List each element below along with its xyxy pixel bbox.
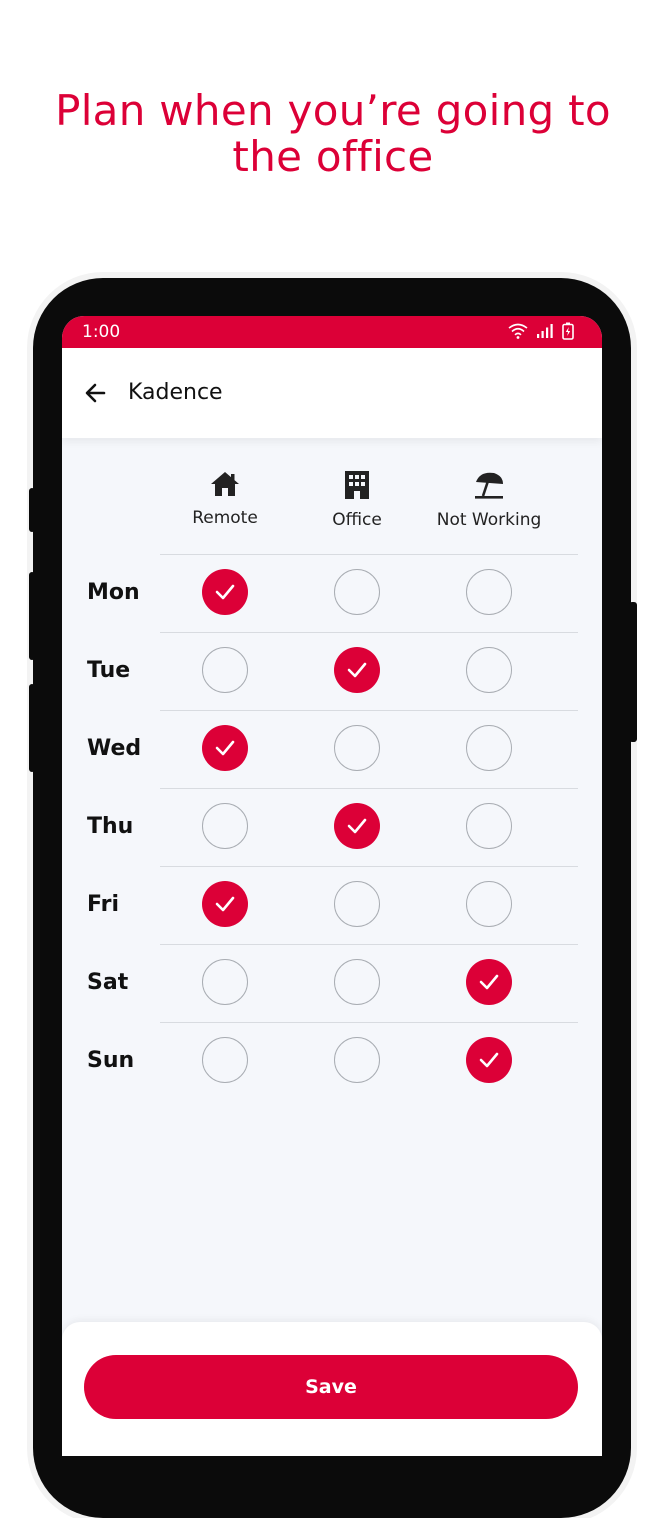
column-header-not-working: Not Working xyxy=(419,470,559,530)
column-header-office: Office xyxy=(287,470,427,530)
column-header-remote: Remote xyxy=(155,470,295,528)
day-label: Tue xyxy=(87,658,131,683)
wifi-icon xyxy=(508,323,528,344)
row-divider xyxy=(160,632,578,633)
column-label: Not Working xyxy=(436,510,542,530)
radio-office[interactable] xyxy=(334,803,380,849)
app-bar: Kadence xyxy=(62,348,602,438)
day-label: Wed xyxy=(87,736,142,761)
radio-office[interactable] xyxy=(334,959,380,1005)
schedule-row: Sat xyxy=(62,944,602,1022)
radio-not-working[interactable] xyxy=(466,569,512,615)
phone-screen: 1:00 Kadence Remote Office Not Working M… xyxy=(62,316,602,1456)
schedule-row: Fri xyxy=(62,866,602,944)
back-arrow-icon[interactable] xyxy=(84,382,106,404)
radio-remote[interactable] xyxy=(202,803,248,849)
beach-umbrella-icon xyxy=(419,470,559,500)
radio-not-working[interactable] xyxy=(466,803,512,849)
radio-not-working[interactable] xyxy=(466,1037,512,1083)
headline: Plan when you’re going to the office xyxy=(0,88,666,180)
status-time: 1:00 xyxy=(82,322,121,342)
radio-remote[interactable] xyxy=(202,881,248,927)
schedule-row: Wed xyxy=(62,710,602,788)
day-label: Thu xyxy=(87,814,134,839)
day-label: Mon xyxy=(87,580,140,605)
building-icon xyxy=(287,470,427,500)
radio-not-working[interactable] xyxy=(466,959,512,1005)
radio-remote[interactable] xyxy=(202,569,248,615)
day-label: Fri xyxy=(87,892,120,917)
battery-icon xyxy=(562,322,574,345)
column-label: Remote xyxy=(192,508,258,528)
radio-office[interactable] xyxy=(334,569,380,615)
schedule-row: Tue xyxy=(62,632,602,710)
radio-not-working[interactable] xyxy=(466,881,512,927)
day-label: Sat xyxy=(87,970,129,995)
radio-office[interactable] xyxy=(334,1037,380,1083)
status-bar: 1:00 xyxy=(62,316,602,348)
radio-remote[interactable] xyxy=(202,959,248,1005)
row-divider xyxy=(160,866,578,867)
row-divider xyxy=(160,710,578,711)
column-label: Office xyxy=(332,510,382,530)
status-icons xyxy=(508,322,574,345)
radio-office[interactable] xyxy=(334,647,380,693)
save-button[interactable]: Save xyxy=(84,1355,578,1419)
radio-not-working[interactable] xyxy=(466,725,512,771)
schedule-rows: Mon Tue Wed Thu Fri Sat Sun xyxy=(62,554,602,1100)
schedule-row: Sun xyxy=(62,1022,602,1100)
day-label: Sun xyxy=(87,1048,135,1073)
radio-office[interactable] xyxy=(334,725,380,771)
radio-remote[interactable] xyxy=(202,647,248,693)
headline-line-1: Plan when you’re going to xyxy=(55,86,611,135)
radio-office[interactable] xyxy=(334,881,380,927)
row-divider xyxy=(160,1022,578,1023)
radio-not-working[interactable] xyxy=(466,647,512,693)
radio-remote[interactable] xyxy=(202,725,248,771)
home-icon xyxy=(155,470,295,498)
phone-side-button xyxy=(29,488,35,532)
row-divider xyxy=(160,554,578,555)
schedule-row: Thu xyxy=(62,788,602,866)
bottom-action-card: Save xyxy=(62,1322,602,1456)
schedule-row: Mon xyxy=(62,554,602,632)
phone-side-button xyxy=(29,572,35,660)
signal-icon xyxy=(536,323,554,344)
row-divider xyxy=(160,788,578,789)
phone-side-button xyxy=(629,602,637,742)
radio-remote[interactable] xyxy=(202,1037,248,1083)
headline-line-2: the office xyxy=(232,132,434,181)
app-title: Kadence xyxy=(128,380,223,405)
phone-side-button xyxy=(29,684,35,772)
row-divider xyxy=(160,944,578,945)
